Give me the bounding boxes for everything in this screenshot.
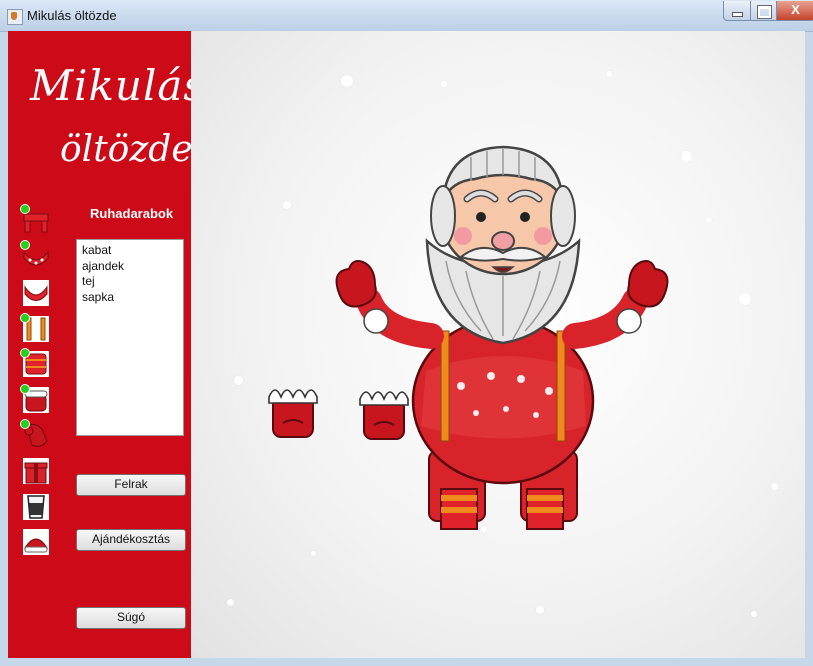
gift-icon[interactable]	[22, 457, 50, 485]
equipped-indicator	[20, 419, 30, 429]
list-item[interactable]: sapka	[77, 290, 183, 306]
santa-illustration	[268, 145, 669, 530]
window-title: Mikulás öltözde	[27, 8, 117, 23]
client-area: Mikulás öltözde Ruhadarabok kabat ajande…	[8, 31, 805, 658]
equipped-indicator	[20, 204, 30, 214]
collar-alt-icon[interactable]	[22, 279, 50, 307]
equipped-indicator	[20, 313, 30, 323]
list-title: Ruhadarabok	[90, 206, 174, 221]
sidebar: Mikulás öltözde Ruhadarabok kabat ajande…	[8, 31, 205, 658]
minimize-icon[interactable]	[723, 1, 751, 21]
maximize-icon[interactable]	[750, 1, 777, 21]
glove-icon[interactable]	[20, 419, 50, 449]
hat-icon[interactable]	[22, 528, 50, 556]
mittens-icon[interactable]	[20, 384, 50, 414]
close-icon[interactable]: X	[776, 1, 813, 21]
equipped-indicator	[20, 348, 30, 358]
gift-giving-button[interactable]: Ajándékosztás	[76, 529, 186, 551]
java-app-icon	[7, 9, 23, 25]
belly-icon[interactable]	[20, 348, 50, 378]
logo-line2: öltözde	[60, 129, 193, 170]
logo-line1: Mikulás	[30, 61, 206, 110]
list-item[interactable]: tej	[77, 274, 183, 290]
title-bar: Mikulás öltözde X	[0, 0, 813, 32]
equipped-indicator	[20, 384, 30, 394]
list-item[interactable]: ajandek	[77, 259, 183, 275]
suspenders-icon[interactable]	[20, 313, 50, 343]
collar-icon[interactable]	[20, 240, 50, 270]
detached-mitten-right	[359, 391, 409, 440]
help-button[interactable]: Súgó	[76, 607, 186, 629]
app-logo: Mikulás öltözde	[18, 41, 205, 181]
list-item[interactable]: kabat	[77, 243, 183, 259]
milk-glass-icon[interactable]	[22, 493, 50, 521]
detached-mitten-left	[268, 389, 318, 438]
put-on-button[interactable]: Felrak	[76, 474, 186, 496]
santa-scene	[191, 31, 805, 658]
app-window: Mikulás öltözde X Mikulás öltözde Ruhada…	[0, 0, 813, 666]
scarf-icon[interactable]	[20, 204, 50, 234]
equipped-indicator	[20, 240, 30, 250]
clothing-list[interactable]: kabat ajandek tej sapka	[76, 239, 184, 436]
